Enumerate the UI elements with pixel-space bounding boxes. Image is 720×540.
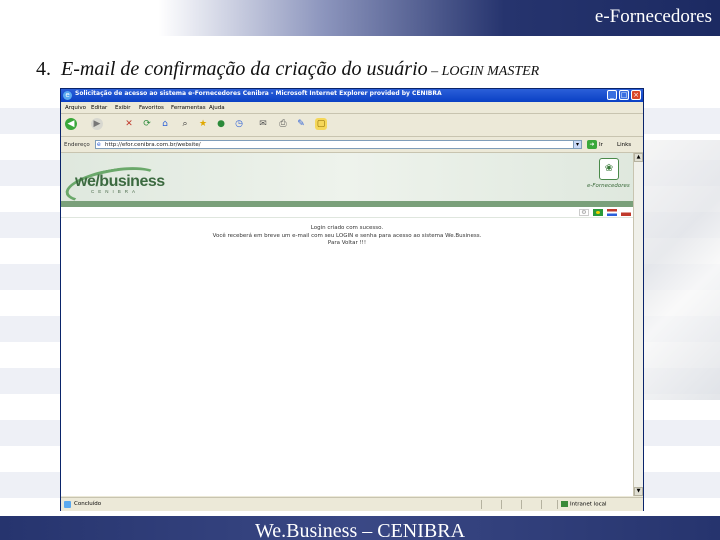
heading-subtitle: – LOGIN MASTER xyxy=(427,64,540,79)
home-icon[interactable]: ⌂ xyxy=(159,118,171,130)
back-icon[interactable]: ◀ xyxy=(65,118,77,130)
e-fornecedores-label: e-Fornecedores xyxy=(587,183,630,189)
minimize-button[interactable]: _ xyxy=(607,90,617,100)
status-bar: Concluído Intranet local xyxy=(61,497,643,511)
language-bar: ⚙ xyxy=(61,207,633,218)
history-icon[interactable]: ◷ xyxy=(233,118,245,130)
address-label: Endereço xyxy=(64,142,90,148)
address-bar: Endereço e http://efor.cenibra.com.br/we… xyxy=(61,138,643,153)
menu-item-arquivo[interactable]: Arquivo xyxy=(65,105,86,111)
message-line-2: Você receberá em breve um e-mail com seu… xyxy=(212,232,482,239)
links-button[interactable]: Links xyxy=(617,142,631,148)
intranet-icon xyxy=(561,501,568,507)
ie-icon: e xyxy=(63,91,72,100)
status-divider xyxy=(501,500,502,509)
search-icon[interactable]: ⌕ xyxy=(179,118,191,130)
address-input[interactable]: e http://efor.cenibra.com.br/website/ xyxy=(95,140,575,149)
go-arrow-icon[interactable]: ➜ xyxy=(587,140,597,149)
messenger-icon[interactable]: ▢ xyxy=(315,118,327,130)
browser-title-bar: e Solicitação de acesso ao sistema e-For… xyxy=(61,89,643,102)
address-url: http://efor.cenibra.com.br/website/ xyxy=(105,142,201,148)
back-link[interactable]: Para Voltar !!! xyxy=(61,240,633,248)
zone-text: Intranet local xyxy=(570,501,607,508)
browser-menu-bar: Arquivo Editar Exibir Favoritos Ferramen… xyxy=(61,103,643,114)
stop-icon[interactable]: ✕ xyxy=(123,118,135,130)
message-line-1: Login criado com sucesso. xyxy=(310,225,384,231)
flag-usa-icon[interactable] xyxy=(607,209,617,216)
status-divider xyxy=(521,500,522,509)
heading-number: 4. xyxy=(36,58,51,80)
flag-spain-icon[interactable] xyxy=(621,209,631,216)
slide-header-bar: e-Fornecedores xyxy=(0,0,720,36)
browser-window: e Solicitação de acesso ao sistema e-For… xyxy=(60,88,644,511)
slide-decoration xyxy=(640,140,720,400)
status-divider xyxy=(557,500,558,509)
print-icon[interactable]: ⎙ xyxy=(277,118,289,130)
maximize-button[interactable]: □ xyxy=(619,90,629,100)
cenibra-logo-icon: ❀ xyxy=(599,158,619,180)
mail-icon[interactable]: ✉ xyxy=(257,118,269,130)
logo-subtitle: CENIBRA xyxy=(91,189,140,194)
done-icon xyxy=(64,501,71,508)
scroll-up-icon[interactable]: ▲ xyxy=(634,153,643,162)
menu-item-exibir[interactable]: Exibir xyxy=(115,105,131,111)
close-button[interactable]: × xyxy=(631,90,641,100)
vertical-scrollbar[interactable]: ▲ ▼ xyxy=(633,153,643,496)
media-icon[interactable]: ● xyxy=(215,118,227,130)
settings-icon[interactable]: ⚙ xyxy=(579,209,589,216)
go-button[interactable]: Ir xyxy=(599,142,603,148)
scroll-down-icon[interactable]: ▼ xyxy=(634,487,643,496)
refresh-icon[interactable]: ⟳ xyxy=(141,118,153,130)
slide-header-title: e-Fornecedores xyxy=(594,6,712,27)
menu-item-ajuda[interactable]: Ajuda xyxy=(209,105,225,111)
status-divider xyxy=(481,500,482,509)
menu-item-editar[interactable]: Editar xyxy=(91,105,107,111)
address-dropdown-icon[interactable]: ▾ xyxy=(573,140,582,149)
site-header: we/business CENIBRA ❀ e-Fornecedores xyxy=(61,153,633,210)
heading-text: E-mail de confirmação da criação do usuá… xyxy=(61,58,428,80)
menu-item-favoritos[interactable]: Favoritos xyxy=(139,105,164,111)
menu-item-ferramentas[interactable]: Ferramentas xyxy=(171,105,206,111)
slide-footer-bar: We.Business – CENIBRA xyxy=(0,516,720,540)
confirmation-message: Login criado com sucesso. Você receberá … xyxy=(61,225,633,248)
favorites-icon[interactable]: ★ xyxy=(197,118,209,130)
edit-icon[interactable]: ✎ xyxy=(295,118,307,130)
browser-window-title: Solicitação de acesso ao sistema e-Forne… xyxy=(75,90,442,97)
page-icon: e xyxy=(97,141,101,148)
zone-indicator: Intranet local xyxy=(561,501,607,508)
status-divider xyxy=(541,500,542,509)
flag-brazil-icon[interactable] xyxy=(593,209,603,216)
status-text: Concluído xyxy=(74,501,102,507)
slide-heading: 4. E-mail de confirmação da criação do us… xyxy=(36,58,539,81)
slide-footer-title: We.Business – CENIBRA xyxy=(254,520,466,540)
page-viewport: we/business CENIBRA ❀ e-Fornecedores ⚙ L… xyxy=(61,153,633,496)
forward-icon[interactable]: ▶ xyxy=(91,118,103,130)
browser-toolbar: ◀ ▶ ✕ ⟳ ⌂ ⌕ ★ ● ◷ ✉ ⎙ ✎ ▢ xyxy=(61,114,643,137)
